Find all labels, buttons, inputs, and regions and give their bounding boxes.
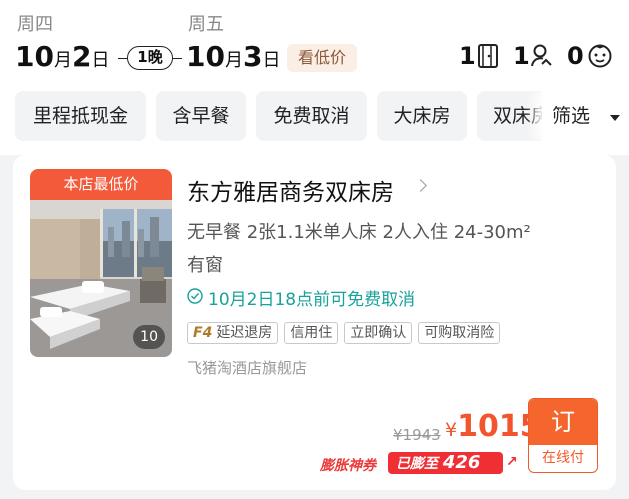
- low-price-button[interactable]: 看低价: [287, 44, 357, 72]
- checkout-day: 3: [242, 40, 263, 73]
- filter-chip-mileage[interactable]: 里程抵现金: [15, 91, 146, 141]
- coupon-badge[interactable]: 已膨至 426: [388, 452, 503, 474]
- tag-credit-stay: 信用住: [284, 322, 339, 344]
- shop-name: 飞猪淘酒店旗舰店: [187, 359, 308, 377]
- chevron-right-icon[interactable]: [414, 179, 427, 192]
- month-unit: 月: [53, 50, 72, 71]
- rooms-value: 1: [459, 42, 476, 70]
- filter-chip-king-bed[interactable]: 大床房: [377, 91, 467, 141]
- checkin-day: 2: [71, 40, 92, 73]
- room-window: 有窗: [187, 255, 223, 276]
- nights-indicator: 1晚: [118, 46, 182, 70]
- original-price: ¥1943: [393, 426, 441, 444]
- children-value: 0: [567, 42, 584, 70]
- filter-chip-breakfast[interactable]: 含早餐: [156, 91, 246, 141]
- checkin-date[interactable]: 10月2日: [15, 40, 109, 73]
- baby-face-icon: [588, 44, 612, 68]
- coupon-label: 膨胀神券: [320, 458, 376, 474]
- tag-instant-confirm: 立即确认: [344, 322, 413, 344]
- photo-count-badge: 10: [133, 325, 165, 349]
- room-tags: F4 延迟退房 信用住 立即确认 可购取消险: [187, 322, 501, 344]
- day-unit: 日: [91, 50, 110, 71]
- filter-chip-free-cancel[interactable]: 免费取消: [256, 91, 367, 141]
- tag-label: 延迟退房: [216, 325, 273, 341]
- checkin-weekday: 周四: [17, 14, 53, 35]
- room-title[interactable]: 东方雅居商务双床房: [187, 173, 394, 207]
- filter-button[interactable]: 筛选: [542, 91, 629, 141]
- currency-symbol: ¥: [445, 419, 458, 441]
- day-unit: 日: [262, 50, 281, 71]
- checkin-month: 10: [15, 40, 54, 73]
- f4-badge: F4: [193, 325, 213, 341]
- book-button[interactable]: 订 在线付: [528, 398, 598, 473]
- checkout-date[interactable]: 10月3日: [186, 40, 280, 73]
- adults-count[interactable]: 1: [513, 42, 552, 70]
- date-header: 周四 10月2日 1晚 周五 10月3日 看低价 1 1 0 里程抵现金 含早餐…: [0, 0, 629, 155]
- tag-late-checkout: F4 延迟退房: [187, 322, 279, 344]
- rooms-count[interactable]: 1: [459, 42, 498, 70]
- children-count[interactable]: 0: [567, 42, 612, 70]
- lightning-arrow-icon: ↗: [506, 454, 518, 470]
- pay-online-label: 在线付: [542, 450, 584, 466]
- checkout-weekday: 周五: [188, 14, 224, 35]
- coupon-amount: 426: [442, 452, 481, 473]
- nights-count: 1晚: [127, 46, 173, 70]
- tag-cancel-insurance: 可购取消险: [418, 322, 501, 344]
- filter-button-label: 筛选: [552, 105, 591, 127]
- room-card[interactable]: 本店最低价 10 东方雅居商务双床房 无早餐 2张1.1米单人床 2人入住 24…: [13, 155, 616, 490]
- room-photo[interactable]: 本店最低价 10: [30, 169, 172, 357]
- adults-value: 1: [513, 42, 530, 70]
- door-icon: [478, 44, 498, 68]
- coupon-prefix: 已膨至: [396, 456, 438, 472]
- caret-down-icon: [610, 115, 620, 121]
- free-cancel-policy: 10月2日18点前可免费取消: [208, 290, 416, 310]
- room-specs: 无早餐 2张1.1米单人床 2人入住 24-30m²: [187, 222, 531, 243]
- check-circle-icon: [187, 288, 203, 304]
- book-button-label: 订: [529, 399, 597, 445]
- person-icon: [531, 44, 552, 67]
- current-price: ¥1015: [445, 409, 541, 444]
- checkout-month: 10: [186, 40, 225, 73]
- month-unit: 月: [224, 50, 243, 71]
- lowest-price-badge: 本店最低价: [30, 169, 172, 200]
